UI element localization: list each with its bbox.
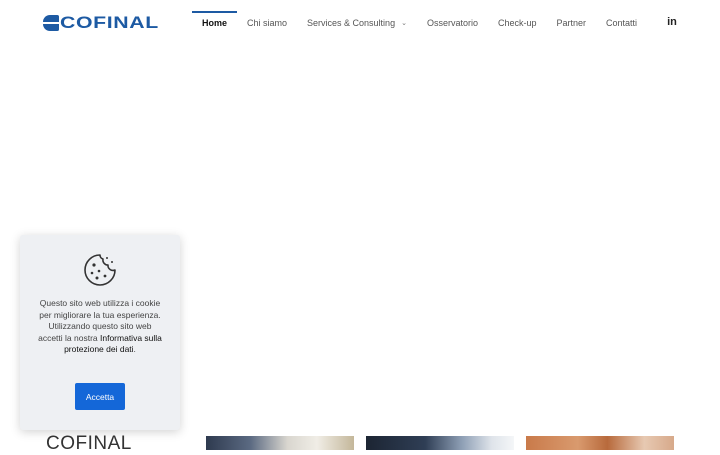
nav-item-label: Check-up <box>497 18 537 28</box>
chevron-down-icon: ⌄ <box>401 20 407 27</box>
cookie-message: Questo sito web utilizza i cookie per mi… <box>36 298 164 356</box>
logo[interactable]: COFINAL <box>43 14 158 32</box>
card-image[interactable] <box>366 436 514 450</box>
logo-mark-icon <box>43 15 59 31</box>
nav-item-label: Partner <box>556 18 587 28</box>
main-nav: Home Chi siamo Services & Consulting ⌄ O… <box>192 0 647 46</box>
nav-item-contatti[interactable]: Contatti <box>596 0 647 46</box>
nav-item-partner[interactable]: Partner <box>547 0 597 46</box>
section-heading: COFINAL <box>46 433 132 454</box>
logo-text: COFINAL <box>60 13 159 32</box>
nav-item-check-up[interactable]: Check-up <box>488 0 547 46</box>
nav-item-chi-siamo[interactable]: Chi siamo <box>237 0 297 46</box>
accept-cookies-button[interactable]: Accetta <box>75 383 125 410</box>
site-header: COFINAL Home Chi siamo Services & Consul… <box>0 0 720 46</box>
card-image[interactable] <box>206 436 354 450</box>
nav-item-label: Osservatorio <box>426 18 478 28</box>
linkedin-icon[interactable]: in <box>666 16 678 28</box>
card-image[interactable] <box>526 436 674 450</box>
nav-item-label: Services & Consulting <box>307 18 396 28</box>
cookie-message-end: . <box>133 344 136 354</box>
nav-item-home[interactable]: Home <box>192 0 238 46</box>
cookie-icon <box>84 254 116 286</box>
nav-item-services-consulting[interactable]: Services & Consulting ⌄ <box>297 0 417 46</box>
nav-item-label: Contatti <box>606 18 638 28</box>
nav-item-osservatorio[interactable]: Osservatorio <box>417 0 488 46</box>
nav-item-label: Chi siamo <box>247 18 288 28</box>
nav-item-label: Home <box>202 18 228 28</box>
